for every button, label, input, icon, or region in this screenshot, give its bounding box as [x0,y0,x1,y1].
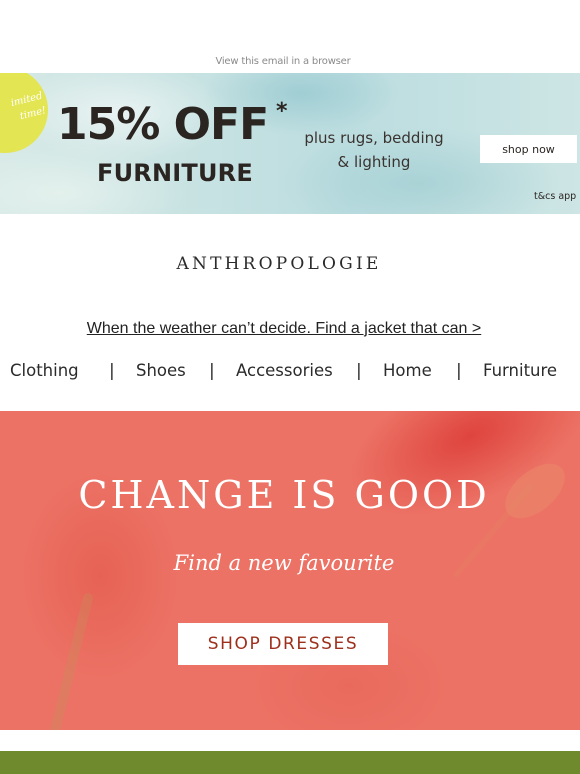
terms-text: t&cs app [534,191,577,202]
next-section-strip [0,751,580,774]
promo-headline: 15% OFF [57,99,269,150]
promo-subtext-line2: & lighting [337,153,411,171]
hero-banner[interactable]: CHANGE IS GOOD Find a new favourite SHOP… [0,411,580,730]
nav-separator: | [356,361,362,381]
view-in-browser-link[interactable]: View this email in a browser [0,56,566,67]
promo-banner[interactable]: imited time! 15% OFF * FURNITURE plus ru… [0,73,580,214]
badge-text: imited time! [9,90,48,123]
promo-subtext-line1: plus rugs, bedding [304,129,444,147]
promo-category: FURNITURE [97,159,253,187]
promo-asterisk: * [276,99,288,124]
nav-separator: | [456,361,462,381]
promo-subtext: plus rugs, bedding & lighting [300,126,448,174]
nav-separator: | [209,361,215,381]
nav-separator: | [109,361,115,381]
hero-title: CHANGE IS GOOD [78,473,490,517]
shop-dresses-button[interactable]: SHOP DRESSES [178,623,388,665]
hero-subtitle: Find a new favourite [173,551,395,575]
brand-logo[interactable]: ANTHROPOLOGIE [0,254,558,274]
category-nav: Clothing | Shoes | Accessories | Home | … [0,361,580,387]
limited-time-badge: imited time! [0,73,48,153]
nav-item-furniture[interactable]: Furniture [483,361,557,380]
nav-item-clothing[interactable]: Clothing [10,361,79,380]
shop-now-button[interactable]: shop now [480,135,577,163]
nav-item-accessories[interactable]: Accessories [236,361,333,380]
nav-item-home[interactable]: Home [383,361,432,380]
jacket-promo-link[interactable]: When the weather can’t decide. Find a ja… [0,320,568,338]
nav-item-shoes[interactable]: Shoes [136,361,186,380]
